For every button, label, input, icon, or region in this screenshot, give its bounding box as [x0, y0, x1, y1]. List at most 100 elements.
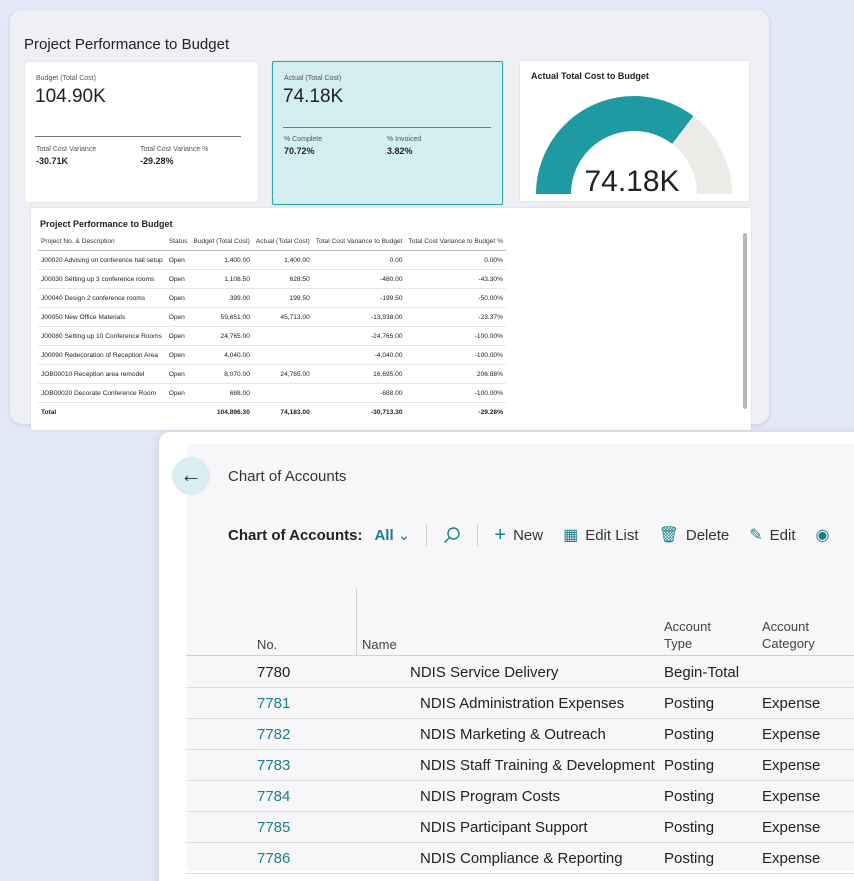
total-cell: Total — [38, 402, 166, 422]
table-cell — [252, 345, 313, 365]
search-icon — [444, 527, 461, 543]
table-cell: 399.00 — [190, 288, 253, 308]
account-name: NDIS Compliance & Reporting — [420, 850, 623, 867]
account-row[interactable]: 7799Total NDIS Service DeliveryEnd-Total — [186, 874, 854, 881]
separator — [426, 524, 428, 546]
table-cell: 0.00 — [312, 250, 406, 270]
table-cell: 59,651.00 — [190, 307, 253, 327]
actual-kpi-card[interactable]: Actual (Total Cost) 74.18K % Complete 70… — [272, 61, 503, 205]
account-no-link[interactable]: 7786 — [257, 850, 290, 867]
invoiced-value: 3.82% — [387, 146, 413, 156]
table-cell: JOB00020 Decorate Conference Room — [38, 383, 166, 403]
table-scrollbar[interactable] — [743, 233, 747, 409]
column-header-name[interactable]: Name — [362, 636, 397, 653]
table-cell: -24,765.00 — [312, 326, 406, 346]
divider — [283, 127, 491, 128]
actual-label: Actual (Total Cost) — [284, 75, 342, 82]
table-header-cell[interactable]: Actual (Total Cost) — [252, 233, 313, 251]
column-header-no[interactable]: No. — [257, 636, 277, 653]
table-cell: 0.00% — [405, 250, 506, 270]
table-cell: 628.50 — [252, 269, 313, 289]
table-row[interactable]: JOB00020 Decorate Conference Room Open 688… — [38, 383, 506, 403]
account-type: Posting — [664, 788, 715, 805]
table-header-cell[interactable]: Project No. & Description — [38, 233, 166, 251]
separator — [477, 524, 479, 546]
account-row[interactable]: 7784 NDIS Program Costs Posting Expense — [186, 781, 854, 812]
gauge-value: 74.18K — [584, 165, 679, 198]
edit-list-button[interactable]: ▦ Edit List — [563, 525, 638, 545]
edit-list-icon: ▦ — [563, 527, 579, 544]
account-category: Expense — [762, 757, 821, 774]
variance-pct-label: Total Cost Variance % — [140, 146, 209, 153]
account-type: Posting — [664, 819, 715, 836]
table-cell: -688.00 — [312, 383, 406, 403]
table-cell: J00030 Setting up 3 conference rooms — [38, 269, 166, 289]
table-row[interactable]: J00040 Design 2 conference rooms Open 399.… — [38, 288, 506, 308]
account-row[interactable]: 7781 NDIS Administration Expenses Posting E… — [186, 688, 854, 719]
table-cell: Open — [165, 345, 191, 365]
table-cell: J00080 Setting up 10 Conference Rooms — [38, 326, 166, 346]
table-cell: J00040 Design 2 conference rooms — [38, 288, 166, 308]
performance-table: Project No. & Description Status Budget (T… — [38, 233, 506, 422]
account-row[interactable]: 7783 NDIS Staff Training & Development Pos… — [186, 750, 854, 781]
account-type: Posting — [664, 726, 715, 743]
table-cell: Open — [165, 250, 191, 270]
list-header: No. Name Account Type Account Category — [186, 588, 854, 656]
table-header-cell[interactable]: Status — [165, 233, 191, 251]
table-cell: -100.00% — [405, 326, 506, 346]
table-cell: 24,765.00 — [190, 326, 253, 346]
view-filter-label: All — [374, 527, 394, 544]
table-cell: 1,400.00 — [190, 250, 253, 270]
account-no-link[interactable]: 7782 — [257, 726, 290, 743]
account-no-link[interactable]: 7783 — [257, 757, 290, 774]
table-header-cell[interactable]: Budget (Total Cost) — [190, 233, 253, 251]
chevron-down-icon: ⌄ — [397, 527, 411, 544]
gauge-card[interactable]: Actual Total Cost to Budget 74.18K — [520, 61, 749, 201]
action-bar: Chart of Accounts: All ⌄ + New ▦ Edit Li… — [228, 522, 854, 548]
invoiced-label: % Invoiced — [387, 136, 422, 143]
edit-list-label: Edit List — [585, 526, 639, 544]
account-category: Expense — [762, 788, 821, 805]
account-no-link[interactable]: 7780 — [257, 664, 290, 681]
view-button[interactable]: ◉ — [816, 525, 837, 545]
table-cell: JOB00010 Reception area remodel — [38, 364, 166, 384]
account-no-link[interactable]: 7781 — [257, 695, 290, 712]
table-cell: 206.88% — [405, 364, 506, 384]
variance-value: -30.71K — [36, 156, 69, 166]
column-header-account-type[interactable]: Account Type — [664, 618, 734, 652]
table-cell: -43.30% — [405, 269, 506, 289]
table-row[interactable]: J00020 Advising on conference hall setup… — [38, 250, 506, 270]
account-row[interactable]: 7782 NDIS Marketing & Outreach Posting Expe… — [186, 719, 854, 750]
table-row[interactable]: J00080 Setting up 10 Conference Rooms Ope… — [38, 326, 506, 346]
back-button[interactable]: ← — [172, 457, 210, 495]
column-header-account-category[interactable]: Account Category — [762, 618, 832, 652]
table-cell: J00090 Redecoration of Reception Area — [38, 345, 166, 365]
account-row[interactable]: 7786 NDIS Compliance & Reporting Posting Ex… — [186, 843, 854, 874]
new-button[interactable]: + New — [494, 524, 543, 547]
account-no-link[interactable]: 7784 — [257, 788, 290, 805]
account-no-link[interactable]: 7785 — [257, 819, 290, 836]
search-button[interactable] — [443, 526, 461, 544]
table-header-cell[interactable]: Total Cost Variance to Budget — [312, 233, 406, 251]
account-row[interactable]: 7785 NDIS Participant Support Posting Expen… — [186, 812, 854, 843]
table-cell — [252, 326, 313, 346]
account-type: Posting — [664, 850, 715, 867]
variance-pct-value: -29.28% — [140, 156, 174, 166]
report-title: Project Performance to Budget — [24, 36, 230, 53]
table-row[interactable]: J00090 Redecoration of Reception Area Ope… — [38, 345, 506, 365]
delete-button[interactable]: 🗑 Delete — [659, 525, 730, 545]
table-row[interactable]: J00050 New Office Materials Open 59,651.00… — [38, 307, 506, 327]
divider — [35, 136, 241, 137]
table-cell: Open — [165, 364, 191, 384]
table-row[interactable]: J00030 Setting up 3 conference rooms Open… — [38, 269, 506, 289]
table-header-row: Project No. & Description Status Budget (T… — [38, 233, 506, 251]
delete-label: Delete — [685, 526, 730, 544]
table-cell: -100.00% — [405, 383, 506, 403]
budget-kpi-card[interactable]: Budget (Total Cost) 104.90K Total Cost V… — [25, 62, 258, 202]
table-header-cell[interactable]: Total Cost Variance to Budget % — [405, 233, 506, 251]
view-filter-dropdown[interactable]: All ⌄ — [374, 526, 410, 544]
table-row[interactable]: JOB00010 Reception area remodel Open 8,070… — [38, 364, 506, 384]
edit-button[interactable]: ✎ Edit — [749, 525, 795, 545]
total-cell: 104,896.30 — [190, 402, 253, 422]
account-row[interactable]: 7780 NDIS Service Delivery Begin-Total — [186, 657, 854, 688]
